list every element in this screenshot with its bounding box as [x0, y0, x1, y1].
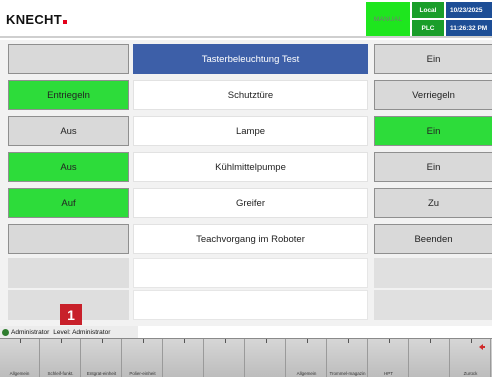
- left-button-row-2[interactable]: Entriegeln: [8, 80, 129, 110]
- user-level: Level: Administrator: [53, 328, 111, 336]
- function-key-3[interactable]: Entgrat-einheit: [82, 339, 122, 377]
- function-key-8[interactable]: Allgemein: [287, 339, 327, 377]
- function-key-11[interactable]: [410, 339, 450, 377]
- key-tick: [347, 339, 349, 343]
- key-tick: [388, 339, 390, 343]
- function-key-label: Allgemein: [296, 371, 317, 376]
- key-tick: [265, 339, 267, 343]
- key-tick: [224, 339, 226, 343]
- function-key-label: Polier-einheit: [129, 371, 156, 376]
- function-key-2[interactable]: Schleif-funkt.: [41, 339, 81, 377]
- function-label-row-4: Kühlmittelpumpe: [133, 152, 368, 182]
- mode-indicator: MANUAL: [366, 2, 410, 36]
- right-button-row-3[interactable]: Ein: [374, 116, 492, 146]
- left-button-row-5[interactable]: Auf: [8, 188, 129, 218]
- left-button-row-1[interactable]: [8, 44, 129, 74]
- function-key-7[interactable]: [246, 339, 286, 377]
- key-tick: [429, 339, 431, 343]
- date-display: 10/23/2025: [446, 2, 492, 18]
- time-display: 11:26:32 PM: [446, 20, 492, 36]
- key-tick: [306, 339, 308, 343]
- function-key-label: Entgrat-einheit: [86, 371, 117, 376]
- function-label-row-7: [133, 258, 368, 288]
- right-button-row-5[interactable]: Zu: [374, 188, 492, 218]
- left-button-row-3[interactable]: Aus: [8, 116, 129, 146]
- user-status: Administrator Level: Administrator: [0, 326, 138, 338]
- key-tick: [19, 339, 21, 343]
- local-status: Local: [412, 2, 444, 18]
- header-bar: KNECHT MANUAL Local PLC 10/23/2025 11:26…: [0, 0, 492, 38]
- function-key-label: Trommel-magazin: [329, 371, 366, 376]
- knecht-logo: KNECHT: [6, 12, 67, 27]
- function-key-4[interactable]: Polier-einheit: [123, 339, 163, 377]
- function-label-row-6: Teachvorgang im Roboter: [133, 224, 368, 254]
- function-key-bar: Allgemein Schleif-funkt. Entgrat-einheit Po…: [0, 338, 492, 377]
- function-key-label: Allgemein: [9, 371, 30, 376]
- function-key-label: Schleif-funkt.: [47, 371, 74, 376]
- key-tick: [142, 339, 144, 343]
- function-key-6[interactable]: [205, 339, 245, 377]
- user-name: Administrator: [11, 328, 50, 336]
- right-button-row-7: [374, 258, 492, 288]
- function-key-5[interactable]: [164, 339, 204, 377]
- left-button-row-4[interactable]: Aus: [8, 152, 129, 182]
- user-icon: [2, 328, 9, 336]
- function-key-9[interactable]: Trommel-magazin: [328, 339, 368, 377]
- plc-status: PLC: [412, 20, 444, 36]
- right-button-row-2[interactable]: Verriegeln: [374, 80, 492, 110]
- right-button-row-4[interactable]: Ein: [374, 152, 492, 182]
- left-button-row-6[interactable]: [8, 224, 129, 254]
- key-tick: [183, 339, 185, 343]
- left-button-row-7: [8, 258, 129, 288]
- function-key-10[interactable]: HPT: [369, 339, 409, 377]
- function-key-label: Zurück: [463, 371, 478, 376]
- function-key-12[interactable]: Zurück: [451, 339, 491, 377]
- function-label-row-5: Greifer: [133, 188, 368, 218]
- key-tick: [101, 339, 103, 343]
- key-tick: [470, 339, 472, 343]
- key-tick: [60, 339, 62, 343]
- annotation-marker: 1: [60, 304, 82, 325]
- control-grid: Tasterbeleuchtung Test Ein Entriegeln Schut…: [0, 40, 492, 326]
- right-button-row-8: [374, 290, 492, 320]
- function-label-row-8: [133, 290, 368, 320]
- function-label-row-3: Lampe: [133, 116, 368, 146]
- function-label-row-2: Schutztüre: [133, 80, 368, 110]
- function-key-label: HPT: [384, 371, 393, 376]
- right-button-row-6[interactable]: Beenden: [374, 224, 492, 254]
- function-key-1[interactable]: Allgemein: [0, 339, 40, 377]
- right-button-row-1[interactable]: Ein: [374, 44, 492, 74]
- function-title: Tasterbeleuchtung Test: [133, 44, 368, 74]
